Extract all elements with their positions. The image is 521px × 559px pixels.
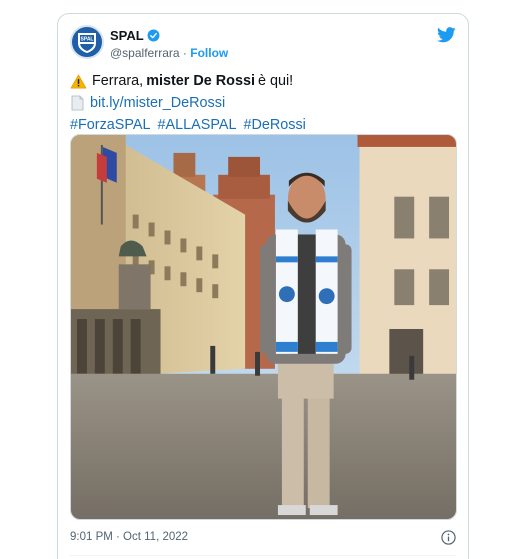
tweet-text-prefix: Ferrara, [92,73,144,89]
author-info: SPAL @spalferrara · Follow [110,27,228,61]
tweet-header: SPAL SPAL @spalferrara · Follow [70,23,456,63]
hashtag-derossi[interactable]: #DeRossi [243,114,305,136]
tweet-card[interactable]: SPAL SPAL @spalferrara · Follow Ferrara,… [57,13,469,559]
photo-de-rossi-ferrara [71,135,456,519]
document-icon [71,95,84,111]
tweet-footer: 9:01 PM · Oct 11, 2022 [70,527,456,547]
footer-divider [70,555,456,556]
tweet-text-bold: mister De Rossi [146,73,255,89]
tweet-line-1: Ferrara, mister De Rossi è qui! [70,70,456,92]
timestamp[interactable]: 9:01 PM · Oct 11, 2022 [70,531,188,543]
tweet-line-2: bit.ly/mister_DeRossi [70,92,456,114]
avatar-label: SPAL [81,37,94,43]
tweet-text: Ferrara, mister De Rossi è qui! bit.ly/m… [70,70,456,136]
tweet-photo[interactable] [70,134,457,520]
display-name[interactable]: SPAL [110,28,144,43]
twitter-bird-icon[interactable] [437,27,456,43]
tweet-link[interactable]: bit.ly/mister_DeRossi [90,92,225,114]
hashtag-allaspal[interactable]: #ALLASPAL [158,114,237,136]
tweet-text-suffix: è qui! [257,73,294,89]
follow-button[interactable]: Follow [190,46,228,60]
handle[interactable]: @spalferrara [110,46,180,60]
warning-icon [70,74,87,88]
verified-badge-icon [147,29,160,41]
spal-crest-icon: SPAL [78,33,96,53]
tweet-hashtags: #ForzaSPAL #ALLASPAL #DeRossi [70,114,456,136]
info-icon[interactable] [441,529,456,545]
separator: · [182,46,187,60]
avatar[interactable]: SPAL [70,25,104,59]
hashtag-forzaspal[interactable]: #ForzaSPAL [70,114,151,136]
